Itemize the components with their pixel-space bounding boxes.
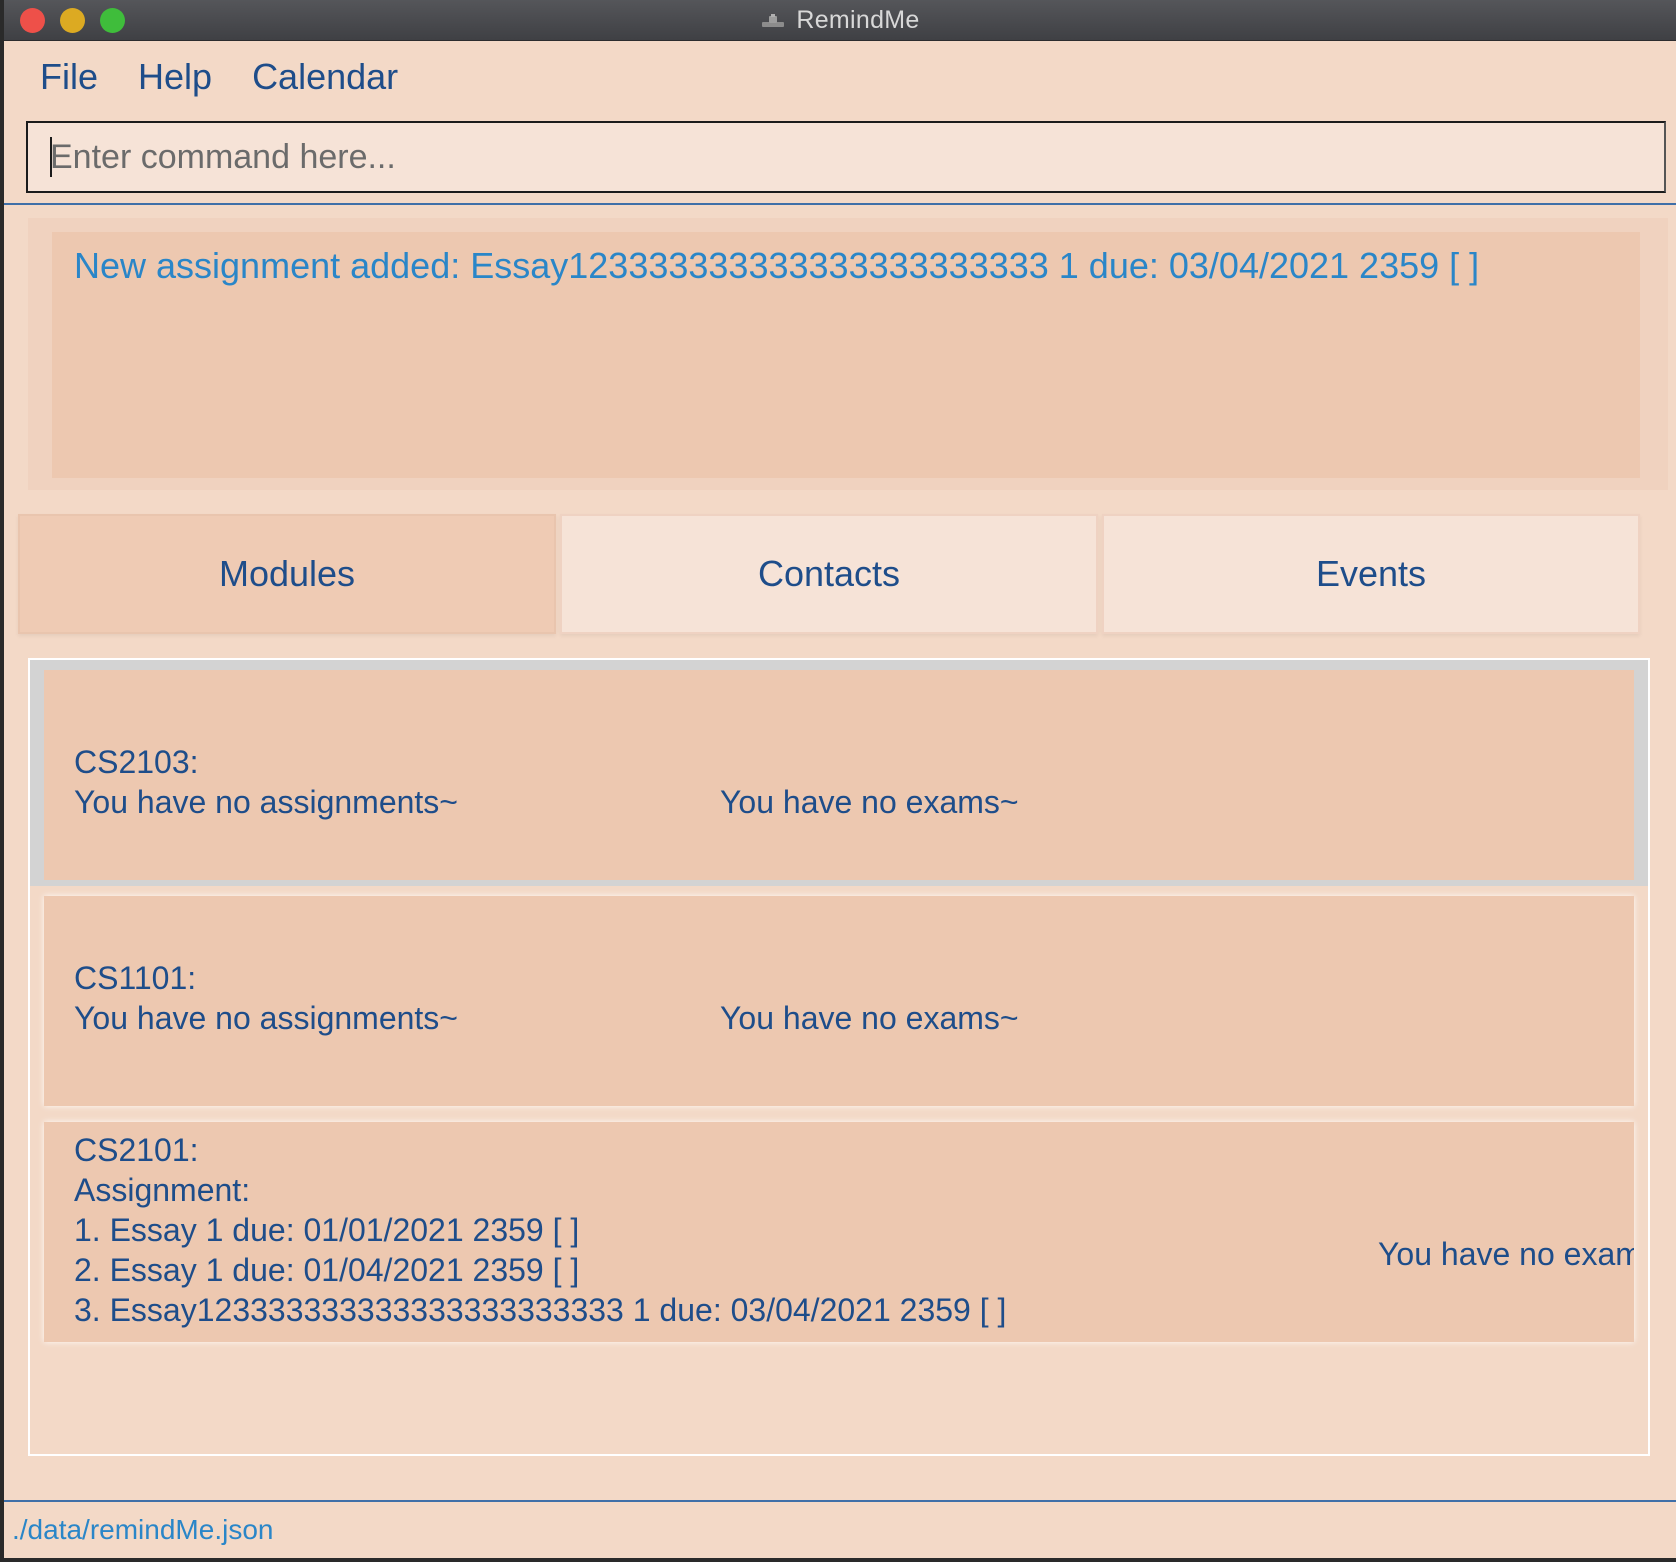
exams-text: You have no exams [1378,1236,1634,1272]
menu-file[interactable]: File [40,56,98,98]
tab-events[interactable]: Events [1102,514,1640,634]
tab-bar: Modules Contacts Events [18,514,1640,634]
module-code: CS1101: [74,960,197,996]
command-input[interactable] [28,123,1664,191]
command-box [26,121,1666,193]
module-code: CS2103: [74,744,199,780]
result-message: New assignment added: Essay1233333333333… [74,245,1480,286]
module-card-selected[interactable]: CS2103: You have no assignments~ You hav… [30,660,1648,886]
assignments-text: You have no assignments~ [74,1000,458,1036]
save-file-path: ./data/remindMe.json [12,1514,274,1545]
module-card-inner: CS2103: You have no assignments~ You hav… [44,670,1634,880]
status-bar: ./data/remindMe.json [4,1502,1676,1558]
tab-contacts[interactable]: Contacts [560,514,1098,634]
module-code: CS2101: [74,1132,199,1168]
assignment-item: 2. Essay 1 due: 01/04/2021 2359 [ ] [74,1252,580,1288]
app-icon [762,13,785,27]
window-title: RemindMe [796,6,920,34]
title-bar[interactable]: RemindMe [4,0,1676,41]
menu-bar: File Help Calendar [4,41,1676,113]
result-display[interactable]: New assignment added: Essay1233333333333… [52,232,1640,478]
module-card[interactable]: CS1101: You have no assignments~ You hav… [44,896,1634,1106]
assignment-item: 3. Essay123333333333333333333333 1 due: … [74,1292,1007,1328]
app-window: RemindMe File Help Calendar New assignme… [4,0,1676,1558]
assignments-text: You have no assignments~ [74,784,458,820]
exams-text: You have no exams~ [720,1000,1019,1036]
divider [4,203,1676,205]
assignments-header: Assignment: [74,1172,251,1208]
menu-help[interactable]: Help [138,56,212,98]
module-list[interactable]: CS2103: You have no assignments~ You hav… [28,658,1650,1456]
menu-calendar[interactable]: Calendar [252,56,398,98]
title-wrap: RemindMe [4,0,1676,41]
assignment-item: 1. Essay 1 due: 01/01/2021 2359 [ ] [74,1212,580,1248]
tab-modules[interactable]: Modules [18,514,556,634]
text-caret [50,137,52,177]
exams-text: You have no exams~ [720,784,1019,820]
module-card[interactable]: CS2101: Assignment: 1. Essay 1 due: 01/0… [44,1122,1634,1342]
